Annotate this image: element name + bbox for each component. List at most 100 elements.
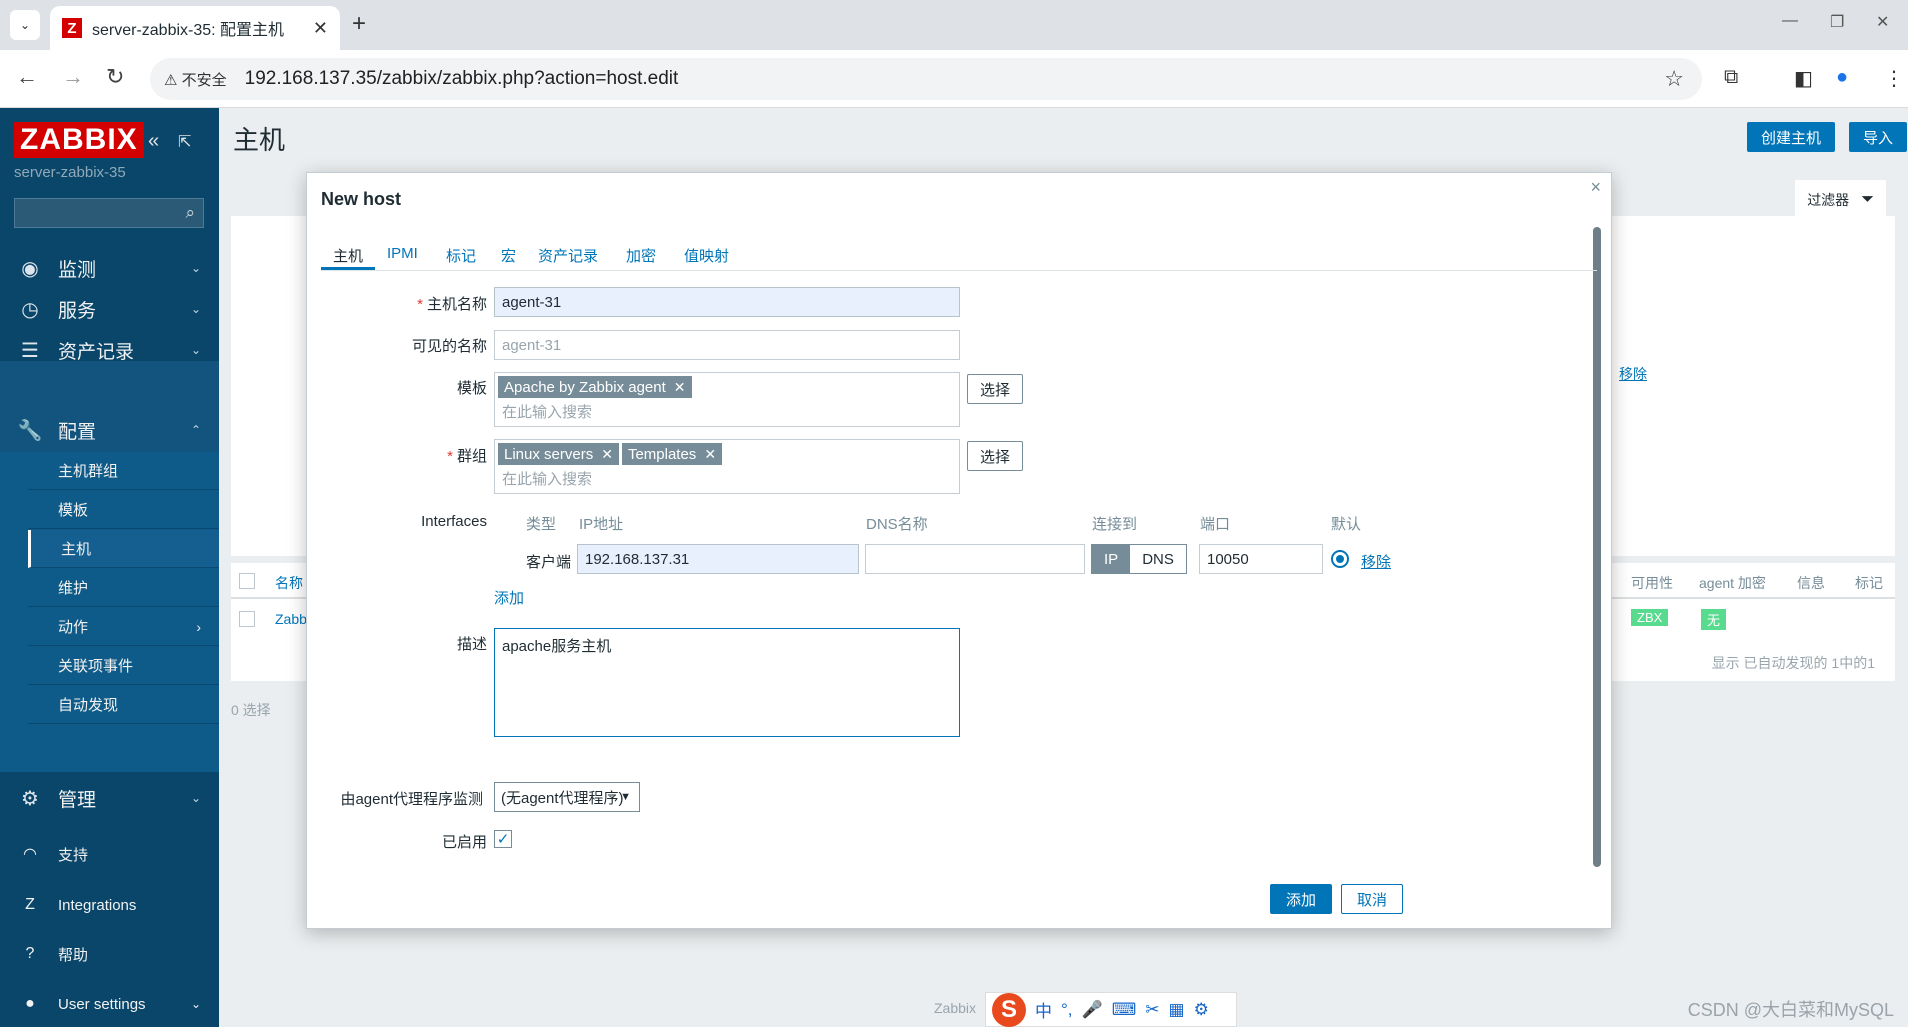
templates-label: 模板 — [456, 380, 487, 397]
host-name-input[interactable]: agent-31 — [494, 287, 960, 317]
cancel-button[interactable]: 取消 — [1341, 884, 1403, 914]
chevron-down-icon: ▼ — [620, 791, 631, 803]
submenu-hosts[interactable]: 主机 — [28, 530, 219, 568]
enabled-checkbox[interactable]: ✓ — [494, 830, 512, 848]
connect-ip-button[interactable]: IP — [1092, 545, 1131, 573]
search-icon[interactable]: ⌕ — [185, 203, 195, 223]
bookmark-star-icon[interactable]: ☆ — [1664, 66, 1684, 92]
chevron-down-icon: ⌄ — [19, 18, 31, 32]
submenu-label: 关联项事件 — [58, 658, 134, 675]
iface-dns-input[interactable] — [865, 544, 1085, 574]
tab-host[interactable]: 主机 — [333, 245, 363, 266]
tab-encryption[interactable]: 加密 — [626, 245, 656, 266]
kiosk-mode-icon[interactable]: ⇱ — [178, 132, 191, 152]
iface-ip-input[interactable]: 192.168.137.31 — [577, 544, 859, 574]
extensions-icon[interactable]: ⧉ — [1724, 66, 1738, 89]
iface-port-input[interactable]: 10050 — [1199, 544, 1323, 574]
groups-label: * 群组 — [287, 445, 487, 466]
side-panel-icon[interactable]: ◧ — [1794, 66, 1813, 91]
tab-value-mapping[interactable]: 值映射 — [684, 245, 729, 266]
settings-icon[interactable]: ⚙ — [1194, 1000, 1209, 1020]
select-all-checkbox[interactable] — [239, 573, 255, 589]
security-warning[interactable]: ⚠ 不安全 — [164, 69, 227, 90]
grid-icon[interactable]: ▦ — [1169, 1000, 1185, 1020]
col-availability: 可用性 — [1631, 575, 1673, 591]
add-button[interactable]: 添加 — [1270, 884, 1332, 914]
row-host-name[interactable]: Zabb — [275, 611, 307, 627]
filter-tab[interactable]: 过滤器 ⏷ — [1795, 180, 1886, 220]
create-host-button[interactable]: 创建主机 — [1747, 122, 1836, 152]
collapse-sidebar-icon[interactable]: « — [148, 130, 159, 153]
visible-name-label: 可见的名称 — [411, 338, 487, 355]
menu-help[interactable]: ? 帮助 — [0, 932, 219, 976]
iface-col-ip: IP地址 — [579, 516, 624, 533]
remove-chip-icon[interactable]: ✕ — [674, 379, 686, 396]
submenu-actions[interactable]: 动作 › — [28, 608, 219, 646]
filter-remove-link[interactable]: 移除 — [1619, 364, 1647, 384]
back-icon[interactable]: ← — [16, 64, 38, 90]
col-name[interactable]: 名称 — [275, 573, 303, 593]
submenu-discovery[interactable]: 自动发现 — [28, 686, 219, 724]
description-textarea[interactable]: apache服务主机 — [494, 628, 960, 737]
keyboard-icon[interactable]: ⌨ — [1112, 1000, 1137, 1020]
user-icon: ● — [25, 995, 35, 1012]
ime-chinese-mode[interactable]: 中 — [1035, 997, 1052, 1022]
col-info: 信息 — [1797, 575, 1825, 591]
groups-multiselect[interactable]: Linux servers ✕ Templates ✕ 在此输入搜索 — [494, 439, 960, 494]
tab-list-button[interactable]: ⌄ — [10, 10, 40, 40]
remove-chip-icon[interactable]: ✕ — [704, 446, 716, 463]
proxy-select[interactable]: (无agent代理程序) ▼ — [494, 782, 640, 812]
scissors-icon[interactable]: ✂ — [1145, 1000, 1159, 1020]
browser-menu-icon[interactable]: ⋮ — [1884, 66, 1904, 91]
add-interface-link[interactable]: 添加 — [494, 587, 524, 608]
submenu-event-correlation[interactable]: 关联项事件 — [28, 647, 219, 685]
default-interface-radio[interactable] — [1331, 550, 1349, 568]
menu-administration[interactable]: ⚙ 管理 ⌄ — [0, 774, 219, 822]
remove-chip-icon[interactable]: ✕ — [601, 446, 613, 463]
connect-dns-button[interactable]: DNS — [1130, 545, 1186, 573]
tab-macros[interactable]: 宏 — [501, 245, 516, 266]
templates-multiselect[interactable]: Apache by Zabbix agent ✕ 在此输入搜索 — [494, 372, 960, 427]
dialog-scrollbar[interactable] — [1593, 227, 1601, 867]
submenu-maintenance[interactable]: 维护 — [28, 569, 219, 607]
menu-user-settings[interactable]: ● User settings ⌄ — [0, 982, 219, 1026]
menu-integrations[interactable]: Z Integrations — [0, 883, 219, 927]
col-agent-encryption: agent 加密 — [1699, 575, 1766, 591]
close-window-icon[interactable]: ✕ — [1876, 12, 1889, 32]
minimize-icon[interactable]: — — [1782, 12, 1798, 30]
restore-icon[interactable]: ❐ — [1830, 12, 1844, 32]
browser-tab[interactable]: Z server-zabbix-35: 配置主机 ✕ — [50, 6, 340, 50]
col-tags: 标记 — [1855, 575, 1883, 591]
csdn-watermark: CSDN @大白菜和MySQL — [1687, 1000, 1894, 1020]
new-tab-icon[interactable]: + — [352, 10, 366, 38]
tab-tags[interactable]: 标记 — [446, 245, 476, 266]
groups-select-button[interactable]: 选择 — [967, 441, 1024, 471]
templates-select-button[interactable]: 选择 — [967, 374, 1024, 404]
close-dialog-icon[interactable]: × — [1590, 177, 1601, 198]
row-checkbox[interactable] — [239, 611, 255, 627]
visible-name-input[interactable]: agent-31 — [494, 330, 960, 360]
ime-punctuation[interactable]: °, — [1061, 1000, 1073, 1020]
menu-support[interactable]: ◠ 支持 — [0, 832, 219, 876]
tab-inventory[interactable]: 资产记录 — [538, 245, 598, 266]
sidebar-search-input[interactable]: ⌕ — [14, 198, 204, 228]
microphone-icon[interactable]: 🎤 — [1082, 1000, 1103, 1020]
submenu-templates[interactable]: 模板 — [28, 491, 219, 529]
zabbix-logo[interactable]: ZABBIX — [14, 122, 144, 158]
enabled-label: 已启用 — [441, 834, 487, 851]
menu-label: User settings — [58, 995, 146, 1013]
forward-icon[interactable]: → — [62, 64, 84, 90]
close-tab-icon[interactable]: ✕ — [313, 18, 328, 39]
menu-configuration[interactable]: 🔧 配置 ⌃ — [0, 408, 219, 452]
description-label: 描述 — [456, 636, 487, 653]
profile-avatar-icon[interactable]: ● — [1836, 66, 1848, 89]
submenu-host-groups[interactable]: 主机群组 — [28, 452, 219, 490]
address-bar[interactable]: ⚠ 不安全 192.168.137.35/zabbix/zabbix.php?a… — [150, 58, 1702, 100]
import-button[interactable]: 导入 — [1849, 122, 1908, 152]
host-name-label: * 主机名称 — [287, 293, 487, 314]
reload-icon[interactable]: ↻ — [106, 64, 124, 90]
iface-remove-link[interactable]: 移除 — [1361, 551, 1391, 572]
headset-icon: ◠ — [23, 846, 37, 863]
sogou-logo-icon[interactable]: S — [992, 992, 1026, 1027]
tab-ipmi[interactable]: IPMI — [387, 245, 418, 262]
